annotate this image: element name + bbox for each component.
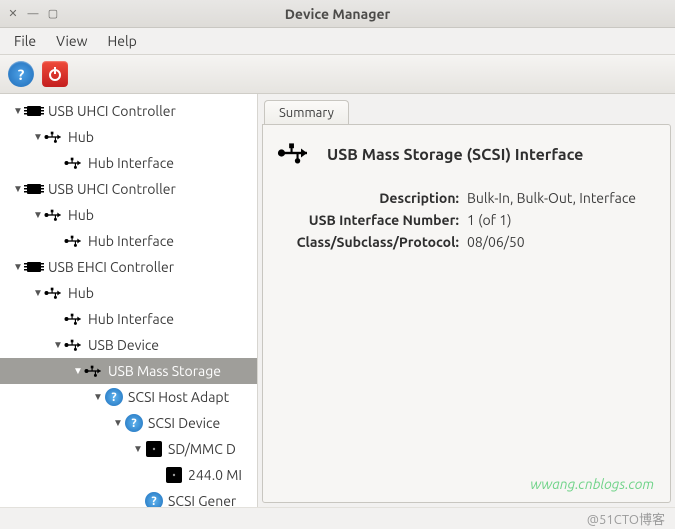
usb-icon bbox=[277, 141, 313, 169]
tree-item-usb-mass-storage[interactable]: ▼USB Mass Storage bbox=[0, 358, 257, 384]
expander-icon[interactable]: ▼ bbox=[132, 443, 144, 455]
close-icon[interactable]: ✕ bbox=[6, 7, 20, 21]
question-icon: ? bbox=[105, 388, 123, 406]
expander-icon[interactable]: ▼ bbox=[32, 131, 44, 143]
watermark-footer: @51CTO博客 bbox=[587, 509, 665, 528]
power-icon[interactable] bbox=[42, 61, 68, 87]
titlebar: ✕ — ▢ Device Manager bbox=[0, 0, 675, 28]
detail-body: USB Mass Storage (SCSI) Interface Descri… bbox=[262, 124, 671, 503]
tree-item-scsi-generic[interactable]: ?SCSI Gener bbox=[0, 488, 257, 507]
tab-summary[interactable]: Summary bbox=[264, 100, 349, 125]
toolbar: ? bbox=[0, 54, 675, 94]
prop-value: 1 (of 1) bbox=[467, 209, 512, 231]
tree-item-hub-interface[interactable]: Hub Interface bbox=[0, 306, 257, 332]
menu-file[interactable]: File bbox=[4, 29, 46, 53]
footer: @51CTO博客 bbox=[0, 507, 675, 529]
expander-icon[interactable]: ▼ bbox=[32, 209, 44, 221]
window-title: Device Manager bbox=[0, 6, 675, 22]
expander-icon[interactable]: ▼ bbox=[32, 287, 44, 299]
tree-item-usb-uhci[interactable]: ▼USB UHCI Controller bbox=[0, 98, 257, 124]
menu-view[interactable]: View bbox=[46, 29, 97, 53]
tree-item-hub-interface[interactable]: Hub Interface bbox=[0, 150, 257, 176]
expander-icon[interactable]: ▼ bbox=[92, 391, 104, 403]
detail-heading: USB Mass Storage (SCSI) Interface bbox=[327, 146, 583, 164]
tree-item-partition[interactable]: 244.0 MI bbox=[0, 462, 257, 488]
tree-item-usb-uhci[interactable]: ▼USB UHCI Controller bbox=[0, 176, 257, 202]
tab-strip: Summary bbox=[258, 94, 675, 124]
menu-help[interactable]: Help bbox=[98, 29, 147, 53]
expander-icon[interactable]: ▼ bbox=[112, 417, 124, 429]
prop-key: Description: bbox=[277, 187, 467, 209]
detail-pane: Summary USB Mass Storage (SCSI) Interfac… bbox=[258, 94, 675, 507]
maximize-icon[interactable]: ▢ bbox=[46, 7, 60, 21]
tree-item-hub[interactable]: ▼Hub bbox=[0, 124, 257, 150]
expander-icon[interactable]: ▼ bbox=[12, 261, 24, 273]
menubar: File View Help bbox=[0, 28, 675, 54]
expander-icon[interactable]: ▼ bbox=[72, 365, 84, 377]
tree-item-hub-interface[interactable]: Hub Interface bbox=[0, 228, 257, 254]
tree-item-scsi-device[interactable]: ▼?SCSI Device bbox=[0, 410, 257, 436]
tree-item-hub[interactable]: ▼Hub bbox=[0, 202, 257, 228]
prop-value: Bulk-In, Bulk-Out, Interface bbox=[467, 187, 636, 209]
expander-icon[interactable]: ▼ bbox=[12, 183, 24, 195]
expander-icon[interactable]: ▼ bbox=[52, 339, 64, 351]
tree-item-hub[interactable]: ▼Hub bbox=[0, 280, 257, 306]
help-icon[interactable]: ? bbox=[8, 61, 34, 87]
minimize-icon[interactable]: — bbox=[26, 7, 40, 21]
tree-item-sdmmc[interactable]: ▼SD/MMC D bbox=[0, 436, 257, 462]
expander-icon[interactable]: ▼ bbox=[12, 105, 24, 117]
question-icon: ? bbox=[125, 414, 143, 432]
tree-item-scsi-host[interactable]: ▼?SCSI Host Adapt bbox=[0, 384, 257, 410]
device-tree[interactable]: ▼USB UHCI Controller ▼Hub Hub Interface … bbox=[0, 94, 258, 507]
tree-item-usb-ehci[interactable]: ▼USB EHCI Controller bbox=[0, 254, 257, 280]
prop-value: 08/06/50 bbox=[467, 231, 525, 253]
properties: Description:Bulk-In, Bulk-Out, Interface… bbox=[277, 187, 656, 253]
tree-item-usb-device[interactable]: ▼USB Device bbox=[0, 332, 257, 358]
prop-key: Class/Subclass/Protocol: bbox=[277, 231, 467, 253]
prop-key: USB Interface Number: bbox=[277, 209, 467, 231]
watermark-blog: wwang.cnblogs.com bbox=[530, 476, 654, 492]
question-icon: ? bbox=[145, 492, 163, 507]
